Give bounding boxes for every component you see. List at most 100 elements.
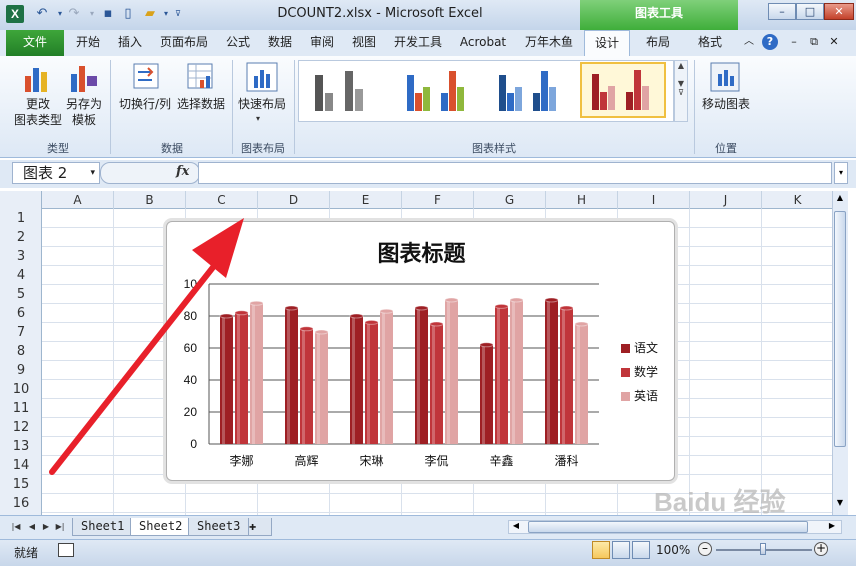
tab-file[interactable]: 文件: [6, 30, 64, 56]
name-box[interactable]: 图表 2 ▾: [12, 162, 100, 184]
excel-app-icon[interactable]: X: [6, 5, 24, 23]
row-header-15[interactable]: 15: [0, 475, 42, 494]
tab-review[interactable]: 审阅: [302, 30, 342, 56]
expand-formula-bar-icon[interactable]: ▾: [834, 162, 848, 184]
zoom-slider-thumb[interactable]: [760, 543, 766, 555]
tab-layout[interactable]: 布局: [636, 30, 680, 56]
column-header-d[interactable]: D: [258, 191, 330, 209]
embedded-chart[interactable]: 0 20 40 60 80 10 李娜 高辉 宋琳 李侃 辛鑫 潘科 图表标题 语文 数学 英语: [166, 221, 675, 481]
help-icon[interactable]: ?: [762, 34, 778, 50]
column-header-h[interactable]: H: [546, 191, 618, 209]
tab-acrobat[interactable]: Acrobat: [452, 30, 514, 56]
row-header-3[interactable]: 3: [0, 247, 42, 266]
legend-item[interactable]: 英语: [621, 387, 658, 405]
vertical-scroll-thumb[interactable]: [834, 211, 846, 447]
open-folder-icon[interactable]: ▰: [142, 6, 158, 22]
scroll-up-icon[interactable]: ▲: [834, 193, 846, 207]
normal-view-button[interactable]: [592, 541, 610, 559]
row-header-6[interactable]: 6: [0, 304, 42, 323]
chart-style-red-selected[interactable]: [580, 62, 666, 118]
row-header-8[interactable]: 8: [0, 342, 42, 361]
switch-row-column-icon[interactable]: [132, 62, 160, 90]
column-header-k[interactable]: K: [762, 191, 834, 209]
row-header-4[interactable]: 4: [0, 266, 42, 285]
tab-formulas[interactable]: 公式: [218, 30, 258, 56]
prev-sheet-icon[interactable]: ◀: [26, 520, 38, 534]
row-header-12[interactable]: 12: [0, 418, 42, 437]
zoom-out-button[interactable]: –: [698, 542, 712, 556]
row-header-13[interactable]: 13: [0, 437, 42, 456]
row-header-10[interactable]: 10: [0, 380, 42, 399]
row-header-14[interactable]: 14: [0, 456, 42, 475]
row-header-5[interactable]: 5: [0, 285, 42, 304]
column-header-f[interactable]: F: [402, 191, 474, 209]
insert-sheet-icon[interactable]: ✚: [248, 518, 272, 536]
sheet-tab-sheet1[interactable]: Sheet1: [72, 518, 134, 536]
first-sheet-icon[interactable]: |◀: [10, 520, 22, 534]
new-document-icon[interactable]: ▯: [120, 6, 136, 22]
minimize-button[interactable]: –: [768, 3, 796, 20]
zoom-level[interactable]: 100%: [656, 543, 690, 557]
chart-style-blue[interactable]: [488, 62, 574, 118]
row-header-1[interactable]: 1: [0, 209, 42, 228]
quick-layout-icon[interactable]: [246, 62, 278, 92]
close-button[interactable]: ✕: [824, 3, 854, 20]
column-header-c[interactable]: C: [186, 191, 258, 209]
undo-icon[interactable]: ↶: [34, 6, 50, 22]
move-chart-button[interactable]: 移动图表: [698, 96, 754, 112]
workbook-restore-icon[interactable]: ⧉: [806, 30, 822, 56]
move-chart-icon[interactable]: [710, 62, 740, 92]
insert-function-icon[interactable]: fx: [176, 164, 189, 179]
collapse-ribbon-icon[interactable]: ︿: [742, 30, 756, 56]
chart-style-gray[interactable]: [302, 62, 388, 118]
last-sheet-icon[interactable]: ▶|: [54, 520, 66, 534]
page-break-view-button[interactable]: [632, 541, 650, 559]
workbook-close-icon[interactable]: ✕: [826, 30, 842, 56]
save-as-template-icon[interactable]: [68, 62, 100, 94]
tab-developer[interactable]: 开发工具: [386, 30, 450, 56]
sheet-tab-sheet3[interactable]: Sheet3: [188, 518, 250, 536]
scroll-left-icon[interactable]: ◀: [510, 521, 522, 533]
row-header-11[interactable]: 11: [0, 399, 42, 418]
redo-dropdown-icon[interactable]: ▾: [84, 6, 100, 22]
horizontal-scroll-thumb[interactable]: [528, 521, 808, 533]
sheet-tab-sheet2[interactable]: Sheet2: [130, 518, 192, 536]
quick-layout-dropdown-icon[interactable]: ▾: [256, 114, 260, 123]
select-data-button[interactable]: 选择数据: [174, 96, 228, 112]
chart-style-multicolor[interactable]: [396, 62, 482, 118]
column-header-a[interactable]: A: [42, 191, 114, 209]
next-sheet-icon[interactable]: ▶: [40, 520, 52, 534]
tab-data[interactable]: 数据: [260, 30, 300, 56]
select-all-corner[interactable]: [0, 191, 42, 209]
change-chart-type-icon[interactable]: [22, 62, 54, 94]
tab-home[interactable]: 开始: [68, 30, 108, 56]
tab-page-layout[interactable]: 页面布局: [152, 30, 216, 56]
tab-wannianmuyu[interactable]: 万年木鱼: [516, 30, 582, 56]
tab-view[interactable]: 视图: [344, 30, 384, 56]
save-as-template-button[interactable]: 另存为 模板: [60, 96, 108, 128]
scroll-down-icon[interactable]: ▼: [834, 498, 846, 512]
row-header-9[interactable]: 9: [0, 361, 42, 380]
column-header-e[interactable]: E: [330, 191, 402, 209]
switch-row-column-button[interactable]: 切换行/列: [116, 96, 174, 112]
tab-design[interactable]: 设计: [584, 30, 630, 56]
name-box-dropdown-icon[interactable]: ▾: [90, 163, 95, 183]
select-data-icon[interactable]: [186, 62, 214, 90]
legend-item[interactable]: 数学: [621, 363, 658, 381]
page-layout-view-button[interactable]: [612, 541, 630, 559]
change-chart-type-button[interactable]: 更改 图表类型: [10, 96, 66, 128]
chart-title[interactable]: 图表标题: [167, 236, 676, 268]
column-header-i[interactable]: I: [618, 191, 690, 209]
zoom-in-button[interactable]: +: [814, 542, 828, 556]
macro-record-icon[interactable]: [58, 543, 74, 557]
tab-format[interactable]: 格式: [688, 30, 732, 56]
column-header-j[interactable]: J: [690, 191, 762, 209]
gallery-scroll[interactable]: ▲ ▼ ⊽: [674, 60, 688, 122]
column-header-b[interactable]: B: [114, 191, 186, 209]
row-header-16[interactable]: 16: [0, 494, 42, 513]
quick-layout-button[interactable]: 快速布局: [236, 96, 288, 112]
legend-item[interactable]: 语文: [621, 339, 658, 357]
column-header-g[interactable]: G: [474, 191, 546, 209]
scroll-right-icon[interactable]: ▶: [826, 521, 838, 533]
redo-icon[interactable]: ↷: [66, 6, 82, 22]
